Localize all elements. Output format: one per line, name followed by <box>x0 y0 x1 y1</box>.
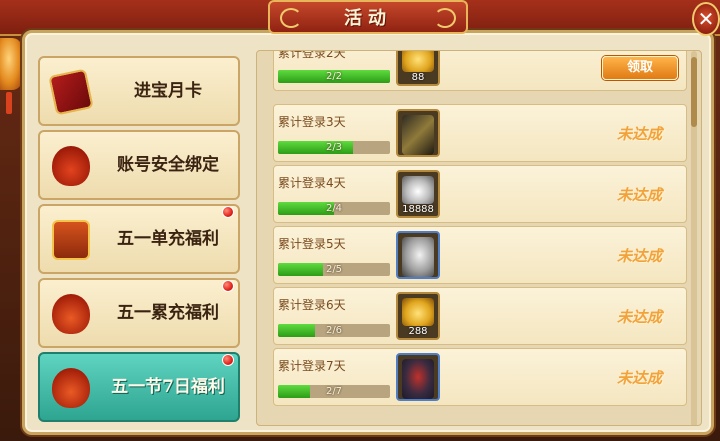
reward-condition: 累计登录6天 <box>278 298 346 312</box>
reward-item-slot[interactable] <box>396 109 440 157</box>
sidebar-item-label: 进宝月卡 <box>134 81 202 101</box>
monthly-card-icon <box>48 68 94 116</box>
swirl-ornament-icon <box>280 8 302 28</box>
activity-sidebar: 进宝月卡 账号安全绑定 五一单充福利 五一累充福利 五一节7日福利 <box>38 50 242 426</box>
lantern-tassel <box>6 92 12 114</box>
reward-row-day6: 累计登录6天 2/6 288 未达成 <box>273 287 687 345</box>
reward-item-slot[interactable]: 288 <box>396 292 440 340</box>
close-button[interactable]: ✕ <box>692 2 720 36</box>
reward-count: 288 <box>408 326 428 337</box>
sidebar-item-label: 五一累充福利 <box>117 303 219 323</box>
reward-count: 18888 <box>402 204 434 215</box>
progress-text: 2/5 <box>325 264 343 275</box>
reward-list[interactable]: 累计登录2天 2/2 88 领取 累计登录3天 2/3 未达成 累计登录4天 2… <box>256 50 702 426</box>
title-plaque: 活动 <box>268 0 468 34</box>
sidebar-item-label: 账号安全绑定 <box>117 155 219 175</box>
scrollbar-thumb[interactable] <box>691 57 697 127</box>
status-not-achieved: 未达成 <box>616 369 662 387</box>
treasure-bag-icon <box>52 146 90 186</box>
progress-text: 2/2 <box>325 71 343 82</box>
progress-text: 2/3 <box>325 142 343 153</box>
game-screen: 活动 ✕ 进宝月卡 账号安全绑定 五一单充福利 五一累充福利 五一节7日福利 累… <box>0 0 720 441</box>
progress-text: 2/6 <box>325 325 343 336</box>
sidebar-item-7day-login[interactable]: 五一节7日福利 <box>38 352 240 422</box>
scrollbar[interactable] <box>691 51 697 425</box>
warrior-icon <box>402 359 434 399</box>
reward-item-slot[interactable] <box>396 231 440 279</box>
status-not-achieved: 未达成 <box>616 186 662 204</box>
sidebar-item-cumulative-recharge[interactable]: 五一累充福利 <box>38 278 240 348</box>
white-horse-icon <box>402 237 434 277</box>
sidebar-item-label: 五一单充福利 <box>117 229 219 249</box>
progress-bar: 2/7 <box>278 385 390 398</box>
status-not-achieved: 未达成 <box>616 247 662 265</box>
claim-button[interactable]: 领取 <box>602 56 678 80</box>
progress-bar: 2/6 <box>278 324 390 337</box>
progress-bar: 2/4 <box>278 202 390 215</box>
sidebar-item-account-binding[interactable]: 账号安全绑定 <box>38 130 240 200</box>
reward-row-day2: 累计登录2天 2/2 88 领取 <box>273 50 687 91</box>
reward-condition: 累计登录4天 <box>278 176 346 190</box>
progress-text: 2/7 <box>325 386 343 397</box>
sidebar-item-single-recharge[interactable]: 五一单充福利 <box>38 204 240 274</box>
reward-row-day3: 累计登录3天 2/3 未达成 <box>273 104 687 162</box>
reward-item-slot[interactable]: 88 <box>396 51 440 86</box>
reward-row-day7: 累计登录7天 2/7 未达成 <box>273 348 687 406</box>
reward-item-slot[interactable] <box>396 353 440 401</box>
progress-bar: 2/5 <box>278 263 390 276</box>
reward-condition: 累计登录7天 <box>278 359 346 373</box>
treasure-bag-icon <box>52 294 90 334</box>
notification-dot <box>222 354 234 366</box>
reward-condition: 累计登录5天 <box>278 237 346 251</box>
progress-bar: 2/3 <box>278 141 390 154</box>
status-not-achieved: 未达成 <box>616 308 662 326</box>
gold-ingot-icon <box>402 298 434 326</box>
lucky-bag-icon <box>52 368 90 408</box>
gold-ingot-icon <box>402 51 434 72</box>
status-not-achieved: 未达成 <box>616 125 662 143</box>
reward-condition: 累计登录3天 <box>278 115 346 129</box>
window-title: 活动 <box>344 8 392 29</box>
progress-bar: 2/2 <box>278 70 390 83</box>
swirl-ornament-icon <box>434 8 456 28</box>
treasure-chest-icon <box>52 220 90 260</box>
sidebar-item-label: 五一节7日福利 <box>111 377 225 397</box>
progress-text: 2/4 <box>325 203 343 214</box>
reward-row-day5: 累计登录5天 2/5 未达成 <box>273 226 687 284</box>
lantern-icon <box>0 38 22 90</box>
reward-row-day4: 累计登录4天 2/4 18888 未达成 <box>273 165 687 223</box>
notification-dot <box>222 280 234 292</box>
notification-dot <box>222 206 234 218</box>
close-icon: ✕ <box>697 7 715 31</box>
sidebar-item-monthly-card[interactable]: 进宝月卡 <box>38 56 240 126</box>
silver-ingot-icon <box>402 176 434 204</box>
reward-count: 88 <box>411 72 425 83</box>
reward-condition: 累计登录2天 <box>278 50 346 60</box>
reward-item-slot[interactable]: 18888 <box>396 170 440 218</box>
armor-icon <box>402 115 434 155</box>
